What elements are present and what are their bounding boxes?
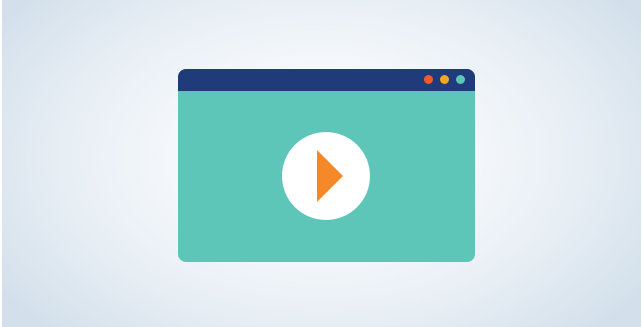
window-minimize-dot[interactable] <box>440 75 449 84</box>
window-titlebar <box>178 69 475 91</box>
play-button[interactable] <box>282 132 370 220</box>
window-close-dot[interactable] <box>424 75 433 84</box>
video-content-area[interactable] <box>178 91 475 262</box>
background-canvas <box>0 0 643 327</box>
video-player-window <box>178 69 475 262</box>
play-icon <box>317 150 343 202</box>
window-maximize-dot[interactable] <box>456 75 465 84</box>
